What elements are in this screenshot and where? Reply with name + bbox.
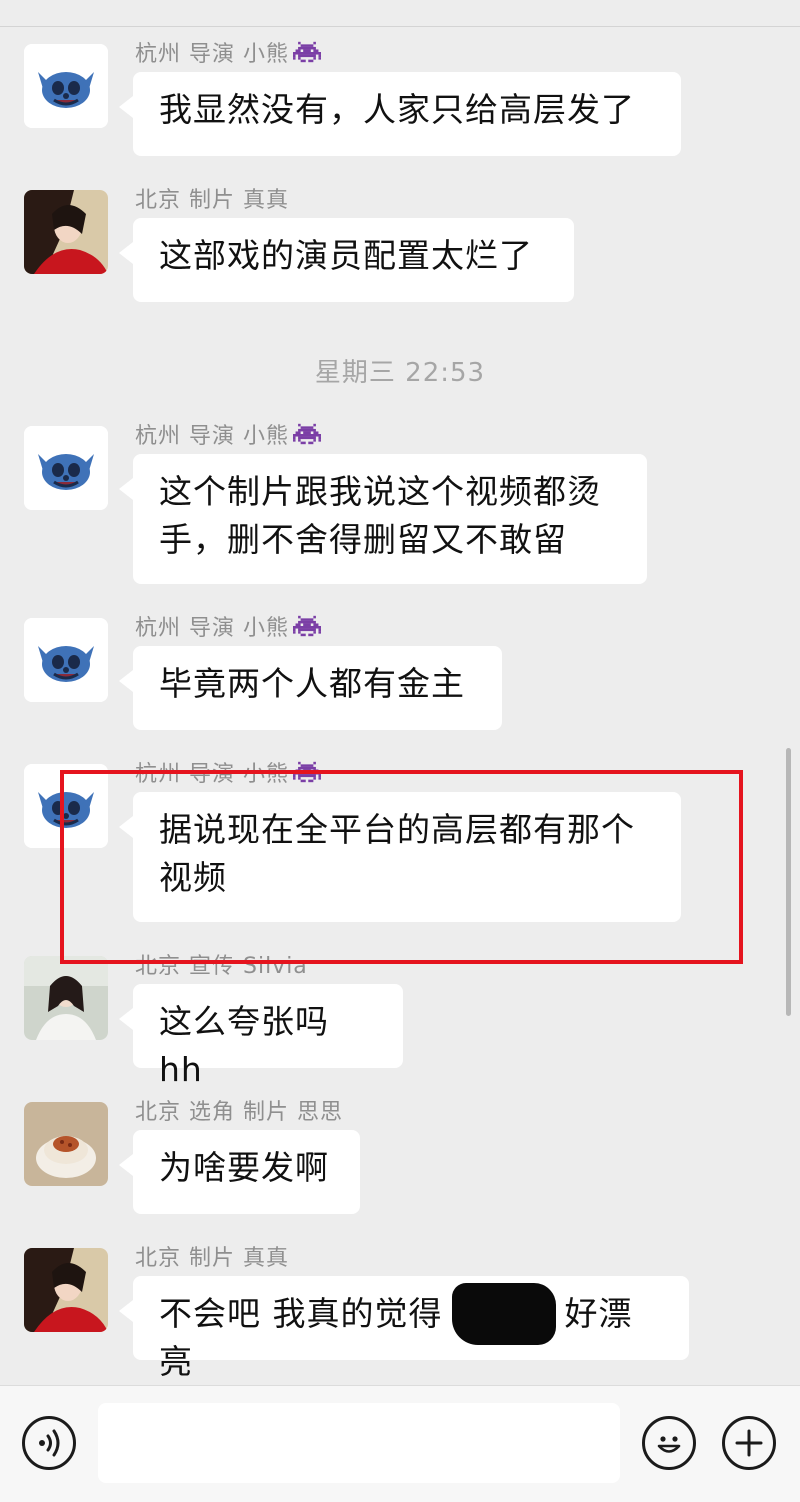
avatar[interactable]	[24, 190, 108, 274]
avatar[interactable]	[24, 764, 108, 848]
stitch-avatar-icon	[24, 764, 108, 848]
voice-button[interactable]	[22, 1416, 76, 1470]
sender-name: 北京 制片 真真	[135, 188, 289, 213]
message-bubble[interactable]: 不会吧 我真的觉得 好漂亮	[119, 1276, 689, 1381]
sender-name: 杭州 导演 小熊	[135, 756, 321, 789]
message-text: 据说现在全平台的高层都有那个视频	[159, 810, 635, 897]
message-text: 毕竟两个人都有金主	[159, 664, 465, 703]
more-button[interactable]	[722, 1416, 776, 1470]
sender-name: 北京 宣传 Silvia	[135, 954, 308, 979]
message-bubble[interactable]: 毕竟两个人都有金主	[119, 646, 502, 730]
avatar[interactable]	[24, 618, 108, 702]
scrollbar[interactable]	[786, 748, 791, 1016]
chat-message-list[interactable]: 杭州 导演 小熊 我显然没有，人家只给高层发了 北京 制片 真真 这部戏的演员配…	[0, 0, 800, 1385]
plus-icon	[735, 1429, 763, 1457]
smiley-icon	[657, 1436, 681, 1453]
avatar[interactable]	[24, 426, 108, 510]
stitch-avatar-icon	[24, 618, 108, 702]
stitch-avatar-icon	[24, 426, 108, 510]
space-invader-icon	[293, 761, 321, 789]
message-text: 不会吧 我真的觉得	[159, 1294, 443, 1333]
woman-red-dress-avatar-icon	[24, 1248, 108, 1332]
message-input[interactable]	[98, 1403, 620, 1483]
emoji-button[interactable]	[642, 1416, 696, 1470]
voice-icon	[39, 1429, 60, 1457]
message-bubble[interactable]: 我显然没有，人家只给高层发了	[119, 72, 681, 156]
avatar[interactable]	[24, 956, 108, 1040]
stitch-avatar-icon	[24, 44, 108, 128]
space-invader-icon	[293, 423, 321, 451]
space-invader-icon	[293, 41, 321, 69]
sender-name: 杭州 导演 小熊	[135, 418, 321, 451]
avatar[interactable]	[24, 1102, 108, 1186]
dessert-photo-avatar-icon	[24, 1102, 108, 1186]
message-bubble[interactable]: 这个制片跟我说这个视频都烫手，删不舍得删留又不敢留	[119, 454, 647, 584]
message-text: 我显然没有，人家只给高层发了	[159, 90, 635, 129]
woman-red-dress-avatar-icon	[24, 190, 108, 274]
message-text: 这部戏的演员配置太烂了	[159, 236, 533, 275]
space-invader-icon	[293, 615, 321, 643]
message-bubble[interactable]: 这部戏的演员配置太烂了	[119, 218, 574, 302]
sender-name: 杭州 导演 小熊	[135, 610, 321, 643]
sender-name: 北京 选角 制片 思思	[135, 1100, 343, 1125]
sender-name: 北京 制片 真真	[135, 1246, 289, 1271]
redaction-mark	[452, 1283, 556, 1345]
message-text: 这个制片跟我说这个视频都烫手，删不舍得删留又不敢留	[159, 472, 601, 559]
message-text: 这么夸张吗 hh	[159, 1002, 329, 1089]
message-bubble[interactable]: 为啥要发啊	[119, 1130, 360, 1214]
message-bubble[interactable]: 据说现在全平台的高层都有那个视频	[119, 792, 681, 922]
girl-photo-avatar-icon	[24, 956, 108, 1040]
message-text: 为啥要发啊	[159, 1148, 329, 1187]
avatar[interactable]	[24, 44, 108, 128]
avatar[interactable]	[24, 1248, 108, 1332]
message-bubble[interactable]: 这么夸张吗 hh	[119, 984, 403, 1089]
chat-timestamp: 星期三 22:53	[314, 358, 486, 388]
sender-name: 杭州 导演 小熊	[135, 36, 321, 69]
